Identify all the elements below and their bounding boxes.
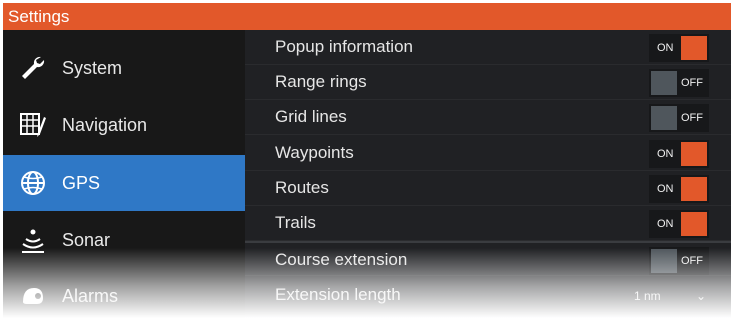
- globe-icon: [21, 171, 45, 195]
- sidebar-item-navigation[interactable]: Navigation: [3, 97, 245, 153]
- setting-label: Trails: [275, 213, 316, 232]
- toggle-state: ON: [657, 218, 674, 230]
- toggle-knob: [681, 36, 707, 60]
- toggle-knob: [651, 249, 677, 273]
- setting-row-routes: Routes ON: [245, 171, 731, 206]
- setting-row-waypoints: Waypoints ON: [245, 136, 731, 171]
- setting-label: Routes: [275, 178, 329, 197]
- toggle-state: ON: [657, 148, 674, 160]
- setting-row-trails: Trails ON: [245, 206, 731, 241]
- waypoints-toggle[interactable]: ON: [649, 140, 709, 168]
- toggle-state: OFF: [681, 112, 703, 124]
- setting-row-range-rings: Range rings OFF: [245, 65, 731, 100]
- setting-label: Range rings: [275, 72, 367, 91]
- extension-length-dropdown[interactable]: 1 nm ⌄: [630, 283, 712, 309]
- toggle-knob: [651, 106, 677, 130]
- sonar-icon: [22, 229, 44, 253]
- toggle-knob: [681, 212, 707, 236]
- settings-sidebar: System Navigation GPS Sonar Alarms: [3, 30, 251, 318]
- sidebar-item-alarms[interactable]: Alarms: [3, 268, 245, 318]
- sidebar-item-system[interactable]: System: [3, 40, 245, 96]
- chart-pencil-icon: [20, 113, 46, 137]
- toggle-state: OFF: [681, 255, 703, 267]
- toggle-knob: [681, 177, 707, 201]
- toggle-state: ON: [657, 183, 674, 195]
- grid-lines-toggle[interactable]: OFF: [649, 104, 709, 132]
- settings-content: Popup information ON Range rings OFF Gri…: [245, 30, 731, 318]
- sidebar-item-label: GPS: [62, 173, 101, 193]
- setting-label: Waypoints: [275, 143, 354, 162]
- range-rings-toggle[interactable]: OFF: [649, 69, 709, 97]
- setting-row-grid-lines: Grid lines OFF: [245, 100, 731, 135]
- toggle-knob: [681, 142, 707, 166]
- chevron-down-icon: ⌄: [695, 289, 706, 303]
- course-extension-toggle[interactable]: OFF: [649, 247, 709, 275]
- setting-label: Course extension: [275, 250, 408, 269]
- setting-label: Grid lines: [275, 107, 347, 126]
- sidebar-item-sonar[interactable]: Sonar: [3, 212, 245, 268]
- setting-row-popup-information: Popup information ON: [245, 30, 731, 65]
- sidebar-item-label: Navigation: [62, 115, 148, 135]
- popup-information-toggle[interactable]: ON: [649, 34, 709, 62]
- setting-row-extension-length: Extension length 1 nm ⌄: [245, 278, 731, 313]
- sidebar-item-label: System: [62, 58, 123, 78]
- sidebar-item-label: Alarms: [62, 286, 119, 306]
- trails-toggle[interactable]: ON: [649, 210, 709, 238]
- setting-label: Extension length: [275, 285, 401, 304]
- sidebar-item-gps[interactable]: GPS: [3, 155, 251, 211]
- dropdown-value: 1 nm: [634, 289, 661, 303]
- toggle-state: ON: [657, 42, 674, 54]
- setting-label: Popup information: [275, 37, 413, 56]
- wrench-icon: [22, 56, 45, 79]
- alarm-icon: [23, 288, 43, 304]
- window-title: Settings: [3, 3, 731, 30]
- setting-row-course-extension: Course extension OFF: [245, 241, 731, 276]
- toggle-state: OFF: [681, 77, 703, 89]
- routes-toggle[interactable]: ON: [649, 175, 709, 203]
- toggle-knob: [651, 71, 677, 95]
- settings-window: Settings System Navigation GPS Sonar Ala…: [3, 3, 731, 318]
- sidebar-item-label: Sonar: [62, 230, 111, 250]
